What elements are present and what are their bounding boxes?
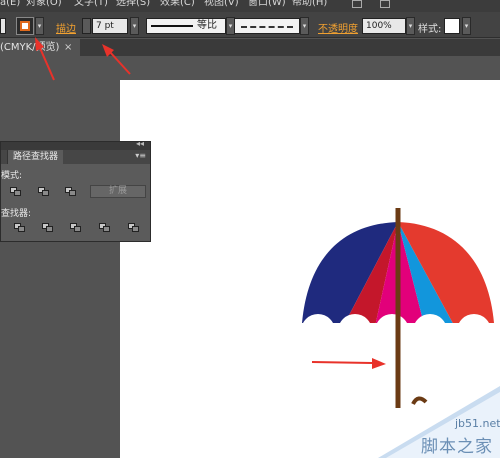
- annotation-arrow-stroke-weight: [102, 44, 131, 75]
- panel-tab-row: 路径查找器 ▾≡: [1, 150, 150, 164]
- annotation-arrow-umbrella: [311, 358, 386, 369]
- watermark-name: 脚本之家: [421, 437, 493, 457]
- expand-button[interactable]: 扩展: [90, 185, 146, 198]
- pathfinder-panel: ◂◂ 路径查找器 ▾≡ 模式: 扩展 查找器:: [0, 139, 151, 242]
- crop-button[interactable]: [99, 223, 111, 233]
- illustrator-window: a(E) 对象(O) 文字(T) 选择(S) 效果(C) 视图(V) 窗口(W)…: [0, 0, 500, 458]
- trim-button[interactable]: [42, 223, 54, 233]
- intersect-button[interactable]: [65, 187, 77, 197]
- divide-button[interactable]: [14, 223, 26, 233]
- minus-front-button[interactable]: [38, 187, 50, 197]
- pathfinders-label: 查找器:: [1, 209, 32, 219]
- collapse-panel-icon[interactable]: ◂◂: [136, 139, 144, 148]
- unite-button[interactable]: [10, 187, 22, 197]
- panel-menu-icon[interactable]: ▾≡: [135, 151, 146, 160]
- umbrella-canopy[interactable]: [290, 222, 500, 348]
- merge-button[interactable]: [70, 223, 82, 233]
- annotation-arrow-stroke-color: [35, 37, 55, 81]
- outline-button[interactable]: [128, 223, 140, 233]
- panel-title-bar[interactable]: ◂◂: [1, 139, 150, 150]
- watermark-url: jb51.net: [455, 417, 500, 430]
- shape-modes-label: 模式:: [1, 171, 23, 181]
- tab-pathfinder[interactable]: 路径查找器: [7, 150, 63, 164]
